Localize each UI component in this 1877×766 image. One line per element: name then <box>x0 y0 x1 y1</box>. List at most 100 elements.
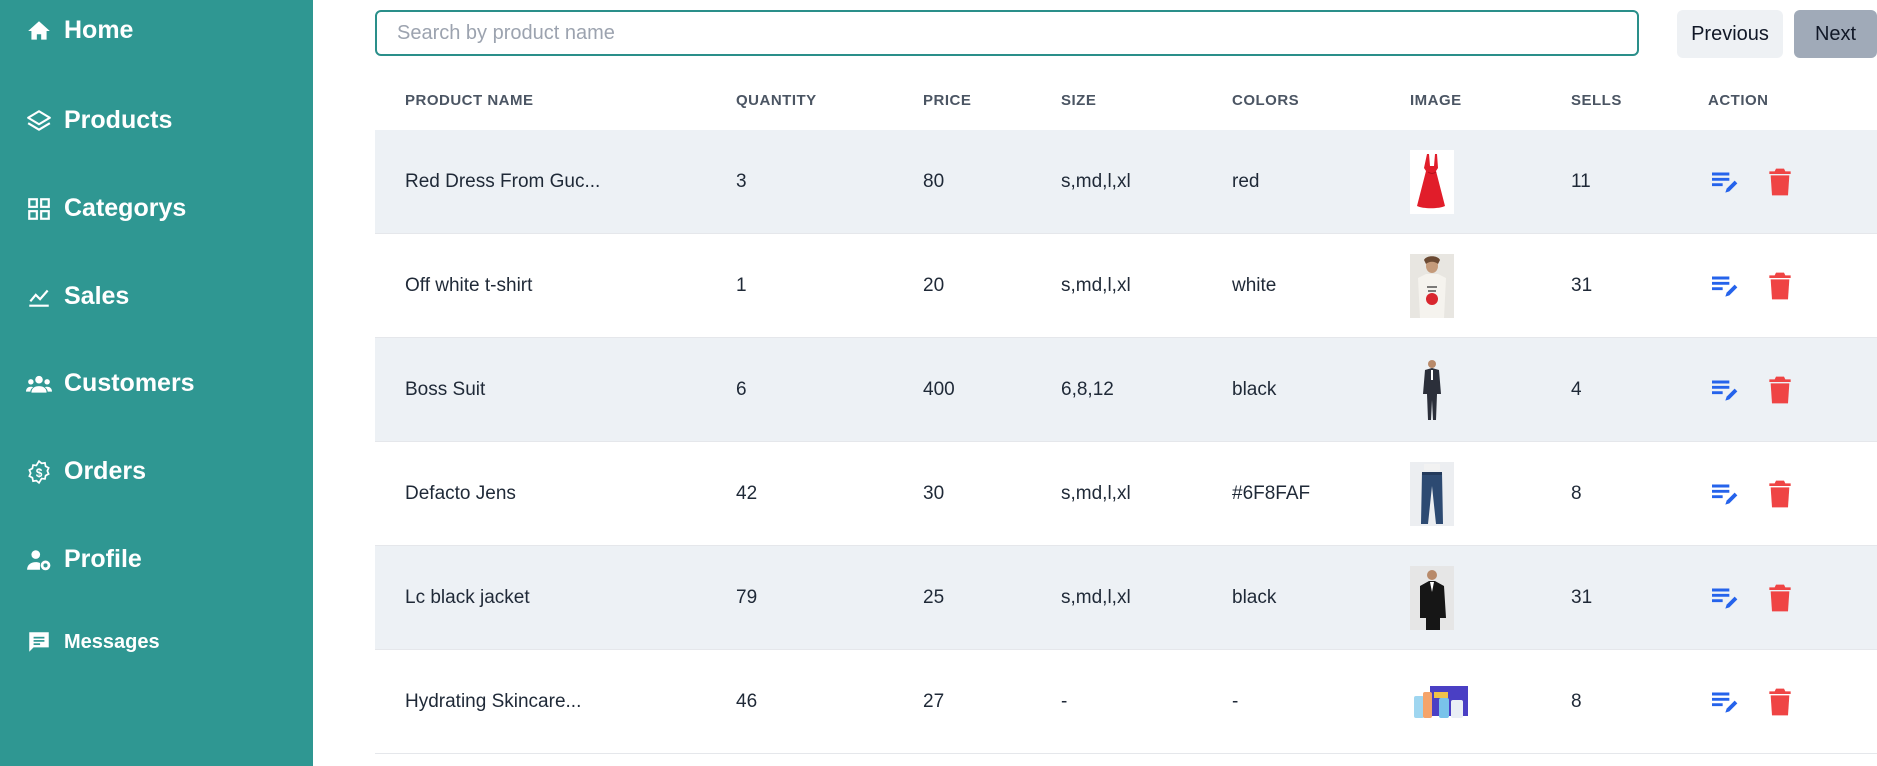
cell-size: s,md,l,xl <box>1061 586 1131 608</box>
sidebar-item-label: Profile <box>64 545 142 573</box>
user-gear-icon <box>27 549 51 570</box>
jacket-image <box>1410 565 1454 630</box>
search-input[interactable] <box>375 10 1639 56</box>
table-header: PRODUCT NAME QUANTITY PRICE SIZE COLORS … <box>375 92 1877 120</box>
sidebar-item-sales[interactable]: Sales <box>26 282 129 311</box>
chat-icon <box>29 632 49 652</box>
tshirt-image <box>1410 253 1454 318</box>
table-row: Off white t-shirt 1 20 s,md,l,xl white 3… <box>375 234 1877 338</box>
sidebar-item-label: Home <box>64 16 134 44</box>
cell-image <box>1410 234 1454 337</box>
table-row: Hydrating Skincare... 46 27 - - 8 <box>375 650 1877 754</box>
cell-actions <box>1708 650 1796 753</box>
cell-colors: white <box>1232 274 1277 296</box>
table-row: Red Dress From Guc... 3 80 s,md,l,xl red… <box>375 130 1877 234</box>
cell-colors: - <box>1232 690 1239 712</box>
sidebar-item-label: Messages <box>64 630 160 653</box>
cell-image <box>1410 130 1454 233</box>
sidebar-item-orders[interactable]: $ Orders <box>26 457 146 486</box>
cell-size: - <box>1061 690 1068 712</box>
cell-product-name: Lc black jacket <box>405 586 530 608</box>
header-colors: COLORS <box>1232 92 1300 109</box>
table-row: Defacto Jens 42 30 s,md,l,xl #6F8FAF 8 <box>375 442 1877 546</box>
cell-actions <box>1708 338 1796 441</box>
sidebar-item-messages[interactable]: Messages <box>26 629 160 655</box>
delete-icon[interactable] <box>1764 686 1796 718</box>
cell-price: 20 <box>923 274 945 296</box>
cell-product-name: Boss Suit <box>405 378 486 400</box>
cell-sells: 4 <box>1571 378 1582 400</box>
cell-price: 30 <box>923 482 945 504</box>
skincare-image <box>1410 683 1470 720</box>
cell-quantity: 1 <box>736 274 747 296</box>
delete-icon[interactable] <box>1764 478 1796 510</box>
next-button[interactable]: Next <box>1794 10 1877 58</box>
home-icon <box>28 20 50 40</box>
edit-icon[interactable] <box>1708 582 1740 614</box>
sidebar-item-label: Categorys <box>64 194 187 222</box>
cell-sells: 8 <box>1571 482 1582 504</box>
edit-icon[interactable] <box>1708 270 1740 302</box>
cell-image <box>1410 338 1454 441</box>
cell-quantity: 3 <box>736 170 747 192</box>
jeans-image <box>1410 461 1454 526</box>
main-content: Previous Next PRODUCT NAME QUANTITY PRIC… <box>313 0 1877 766</box>
cell-quantity: 6 <box>736 378 747 400</box>
header-sells: SELLS <box>1571 92 1622 109</box>
cell-actions <box>1708 442 1796 545</box>
cell-price: 400 <box>923 378 955 400</box>
grid-icon <box>28 197 50 220</box>
cell-colors: #6F8FAF <box>1232 482 1311 504</box>
previous-button[interactable]: Previous <box>1677 10 1783 58</box>
header-price: PRICE <box>923 92 972 109</box>
cell-product-name: Red Dress From Guc... <box>405 170 601 192</box>
cell-quantity: 79 <box>736 586 758 608</box>
sidebar: Home Products Categorys Sales Customers … <box>0 0 313 766</box>
delete-icon[interactable] <box>1764 166 1796 198</box>
header-image: IMAGE <box>1410 92 1462 109</box>
edit-icon[interactable] <box>1708 686 1740 718</box>
edit-icon[interactable] <box>1708 478 1740 510</box>
cell-size: s,md,l,xl <box>1061 274 1131 296</box>
sidebar-item-customers[interactable]: Customers <box>26 369 195 398</box>
cell-actions <box>1708 546 1796 649</box>
delete-icon[interactable] <box>1764 270 1796 302</box>
red-dress-image <box>1410 149 1454 214</box>
delete-icon[interactable] <box>1764 582 1796 614</box>
sidebar-item-categorys[interactable]: Categorys <box>26 194 186 223</box>
cell-sells: 8 <box>1571 690 1582 712</box>
sidebar-item-home[interactable]: Home <box>26 16 133 45</box>
header-action: ACTION <box>1708 92 1769 109</box>
sidebar-item-label: Customers <box>64 369 195 397</box>
cell-quantity: 42 <box>736 482 758 504</box>
cell-image <box>1410 442 1454 545</box>
cell-size: s,md,l,xl <box>1061 170 1131 192</box>
suit-image <box>1410 357 1454 422</box>
cell-size: s,md,l,xl <box>1061 482 1131 504</box>
table-row: Lc black jacket 79 25 s,md,l,xl black 31 <box>375 546 1877 650</box>
delete-icon[interactable] <box>1764 374 1796 406</box>
cell-colors: red <box>1232 170 1260 192</box>
cell-image <box>1410 546 1454 649</box>
cell-sells: 31 <box>1571 274 1593 296</box>
table-row: Boss Suit 6 400 6,8,12 black 4 <box>375 338 1877 442</box>
sidebar-item-products[interactable]: Products <box>26 106 172 135</box>
sidebar-item-label: Sales <box>64 282 130 310</box>
edit-icon[interactable] <box>1708 166 1740 198</box>
cell-product-name: Defacto Jens <box>405 482 516 504</box>
layers-icon <box>27 109 51 131</box>
cell-size: 6,8,12 <box>1061 378 1114 400</box>
cell-sells: 31 <box>1571 586 1593 608</box>
cell-colors: black <box>1232 586 1277 608</box>
edit-icon[interactable] <box>1708 374 1740 406</box>
cell-actions <box>1708 234 1796 337</box>
cell-price: 27 <box>923 690 945 712</box>
sidebar-item-profile[interactable]: Profile <box>26 545 142 574</box>
cell-actions <box>1708 130 1796 233</box>
svg-text:$: $ <box>36 465 43 479</box>
cell-sells: 11 <box>1571 170 1591 192</box>
cell-price: 80 <box>923 170 945 192</box>
header-product-name: PRODUCT NAME <box>405 92 534 109</box>
dollar-badge-icon: $ <box>28 459 50 484</box>
sidebar-item-label: Products <box>64 106 173 134</box>
